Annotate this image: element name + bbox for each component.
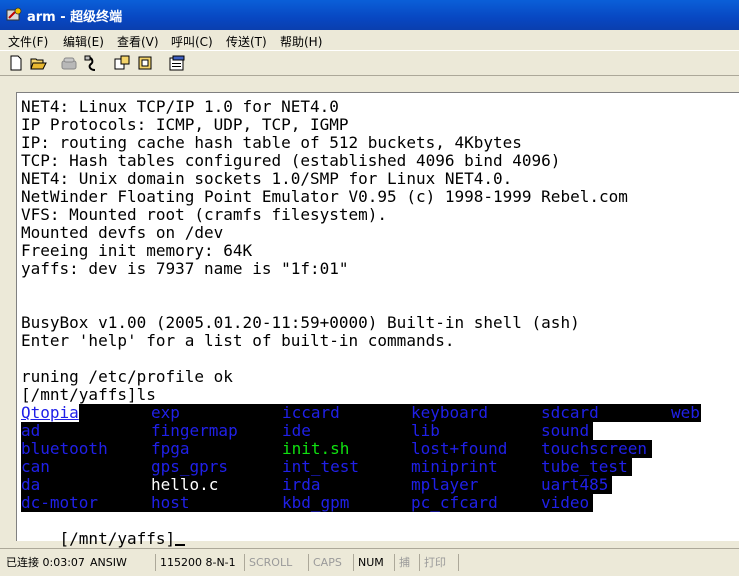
terminal-line: runing /etc/profile ok [21,367,233,386]
call-icon[interactable] [60,54,78,72]
terminal-line: VFS: Mounted root (cramfs filesystem). [21,205,388,224]
terminal-line: yaffs: dev is 7937 name is "1f:01" [21,259,349,278]
file-entry: irda [282,475,321,494]
terminal-line: NET4: Linux TCP/IP 1.0 for NET4.0 [21,97,339,116]
menu-edit[interactable]: 编辑(E) [63,33,104,50]
file-entry: pc_cfcard [411,493,498,512]
file-entry: lost+found [411,439,508,458]
file-entry: ad [21,421,41,440]
status-settings: 115200 8-N-1 [155,554,236,571]
status-scroll: SCROLL [244,554,292,571]
terminal-line: IP: routing cache hash table of 512 buck… [21,133,522,152]
terminal-line: Freeing init memory: 64K [21,241,253,260]
file-entry: bluetooth [21,439,108,458]
file-entry: ide [282,421,311,440]
send-icon[interactable] [113,54,131,72]
terminal-line: NET4: Unix domain sockets 1.0/SMP for Li… [21,169,513,188]
menu-help[interactable]: 帮助(H) [280,33,322,50]
terminal-line: [/mnt/yaffs]ls [21,385,156,404]
file-entry: exp [151,403,180,422]
status-bar: 已连接 0:03:07 ANSIW 115200 8-N-1 SCROLL CA… [0,548,739,576]
title-bar: arm - 超级终端 [0,0,739,30]
listing-bg [21,404,701,422]
file-entry: int_test [282,457,360,476]
menu-call[interactable]: 呼叫(C) [171,33,213,50]
file-entry: gps_gprs [151,457,229,476]
status-spacer [458,554,739,571]
open-icon[interactable] [29,54,47,72]
status-connection: 已连接 0:03:07 [6,556,85,569]
new-icon[interactable] [7,54,25,72]
status-emulation: ANSIW [90,556,127,569]
status-print: 打印 [419,554,446,571]
file-entry: can [21,457,50,476]
menu-bar: 文件(F) 编辑(E) 查看(V) 呼叫(C) 传送(T) 帮助(H) [0,30,739,50]
file-entry: mplayer [411,475,479,494]
hyperterminal-icon [6,7,22,21]
terminal-line: IP Protocols: ICMP, UDP, TCP, IGMP [21,115,349,134]
menu-transfer[interactable]: 传送(T) [226,33,267,50]
window-title: arm - 超级终端 [27,10,123,25]
file-entry: miniprint [411,457,498,476]
file-entry: keyboard [411,403,489,422]
file-entry: sdcard [541,403,599,422]
file-entry: hello.c [151,475,219,494]
file-entry: sound [541,421,590,440]
terminal-line: TCP: Hash tables configured (established… [21,151,561,170]
file-entry: Qtopia [21,403,79,422]
terminal-line: Mounted devfs on /dev [21,223,224,242]
toolbar [0,50,739,76]
file-entry: fpga [151,439,190,458]
file-entry: web [671,403,700,422]
file-entry: fingermap [151,421,238,440]
file-entry: host [151,493,190,512]
menu-file[interactable]: 文件(F) [8,33,48,50]
file-entry: lib [411,421,440,440]
file-entry: touchscreen [541,439,647,458]
file-entry: kbd_gpm [282,493,350,512]
file-entry: uart485 [541,475,609,494]
menu-view[interactable]: 查看(V) [117,33,159,50]
terminal-line: Enter 'help' for a list of built-in comm… [21,331,455,350]
receive-icon[interactable] [136,54,154,72]
file-entry: video [541,493,590,512]
terminal-output[interactable]: NET4: Linux TCP/IP 1.0 for NET4.0 IP Pro… [21,97,739,548]
file-entry: dc-motor [21,493,99,512]
text-cursor [175,544,186,546]
properties-icon[interactable] [168,54,186,72]
file-entry: da [21,475,41,494]
disconnect-icon[interactable] [82,54,100,72]
prompt-text: [/mnt/yaffs] [59,529,176,548]
file-entry: iccard [282,403,340,422]
file-entry: init.sh [282,439,350,458]
status-caps: CAPS [308,554,342,571]
file-entry: tube_test [541,457,628,476]
terminal-line: BusyBox v1.00 (2005.01.20-11:59+0000) Bu… [21,313,580,332]
status-num: NUM [353,554,384,571]
terminal-line: NetWinder Floating Point Emulator V0.95 … [21,187,628,206]
shell-prompt[interactable]: [/mnt/yaffs] [21,512,186,548]
status-capture: 捕 [394,554,410,571]
